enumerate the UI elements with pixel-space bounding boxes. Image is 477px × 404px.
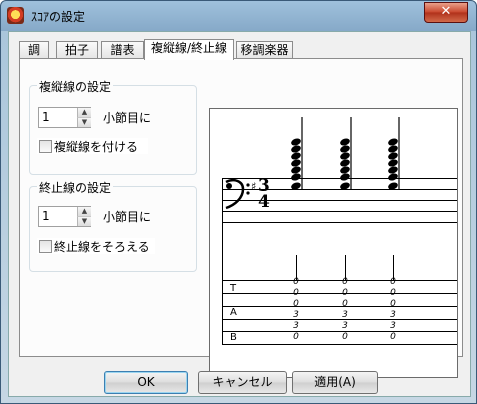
final-bar-checkbox[interactable]	[39, 240, 52, 253]
up-arrow-icon[interactable]: ▲	[77, 207, 91, 217]
down-arrow-icon[interactable]: ▼	[77, 118, 91, 127]
tab-panel: 複縦線の設定 1 ▲ ▼ 小節目に 複縦線を付ける 終止線の設定 1 ▲ ▼ 小…	[19, 58, 463, 378]
dialog-client: 調 拍子 譜表 複縦線/終止線 移調楽器 複縦線の設定 1 ▲ ▼ 小節目に 複…	[8, 31, 471, 397]
fret-number: 0	[342, 299, 348, 309]
tab-key[interactable]: 調	[19, 41, 49, 59]
ok-button[interactable]: OK	[104, 371, 188, 394]
chord-2	[340, 117, 352, 190]
double-bar-group-title: 複縦線の設定	[37, 78, 114, 95]
fret-number: 3	[390, 321, 396, 331]
final-bar-group: 終止線の設定 1 ▲ ▼ 小節目に 終止線をそろえる	[29, 179, 197, 272]
fret-number: 0	[390, 277, 396, 287]
chord-1	[291, 117, 303, 190]
tab-fret-numbers: 0 0 0 3 3 0 0 0 0 3 3 0 0 0 0 3 3 0	[293, 277, 396, 342]
fret-number: 3	[342, 310, 348, 320]
cancel-button[interactable]: キャンセル	[198, 371, 287, 394]
dialog-window: ｽｺｱの設定 ✕ 調 拍子 譜表 複縦線/終止線 移調楽器 複縦線の設定 1 ▲…	[0, 0, 477, 404]
tab-staff[interactable]: 譜表	[101, 41, 144, 59]
fret-number: 0	[342, 288, 348, 298]
tab-transposing-instrument[interactable]: 移調楽器	[236, 41, 293, 59]
fret-number: 3	[293, 310, 299, 320]
fret-number: 3	[390, 310, 396, 320]
double-bar-measure-value[interactable]: 1	[42, 110, 50, 124]
fret-number: 0	[390, 332, 396, 342]
tab-letter-b: B	[230, 332, 237, 343]
double-bar-measure-spinner[interactable]: 1 ▲ ▼	[38, 107, 91, 128]
final-bar-measure-spinner[interactable]: 1 ▲ ▼	[38, 206, 91, 227]
double-bar-checkbox-label[interactable]: 複縦線を付ける	[54, 138, 138, 155]
window-title: ｽｺｱの設定	[31, 10, 86, 24]
final-bar-measure-label: 小節目に	[103, 210, 152, 224]
fret-number: 0	[293, 277, 299, 287]
double-bar-checkbox-row[interactable]: 複縦線を付ける	[37, 138, 148, 154]
fret-number: 0	[390, 299, 396, 309]
close-button[interactable]: ✕	[424, 2, 468, 23]
chord-3	[388, 117, 400, 190]
tab-staff	[222, 255, 457, 345]
down-arrow-icon[interactable]: ▼	[77, 217, 91, 226]
final-bar-checkbox-label[interactable]: 終止線をそろえる	[54, 238, 150, 255]
app-icon	[7, 7, 24, 24]
fret-number: 0	[293, 299, 299, 309]
tab-time-signature[interactable]: 拍子	[56, 41, 98, 59]
fret-number: 0	[293, 332, 299, 342]
tab-letter-a: A	[230, 307, 237, 318]
double-bar-group: 複縦線の設定 1 ▲ ▼ 小節目に 複縦線を付ける	[29, 78, 197, 175]
fret-number: 3	[342, 321, 348, 331]
final-bar-measure-value[interactable]: 1	[42, 209, 50, 223]
final-bar-group-title: 終止線の設定	[37, 179, 114, 196]
double-bar-checkbox[interactable]	[39, 140, 52, 153]
fret-number: 3	[293, 321, 299, 331]
key-signature: ♯	[251, 180, 256, 193]
title-bar[interactable]: ｽｺｱの設定 ✕	[1, 1, 476, 31]
fret-number: 0	[293, 288, 299, 298]
fret-number: 0	[342, 332, 348, 342]
fret-number: 0	[342, 277, 348, 287]
tab-double-bar-final-bar[interactable]: 複縦線/終止線	[144, 39, 234, 60]
up-arrow-icon[interactable]: ▲	[77, 108, 91, 118]
double-bar-measure-label: 小節目に	[103, 111, 152, 125]
bass-clef-icon	[225, 179, 250, 210]
final-bar-checkbox-row[interactable]: 終止線をそろえる	[37, 238, 155, 254]
apply-button[interactable]: 適用(A)	[292, 371, 378, 394]
score-preview: ♯ 3 4 T A B 0 0 0 3 3 0 0 0 0 3 3 0 0 0 …	[209, 108, 458, 378]
tab-letters: T A B	[229, 283, 237, 343]
score-preview-svg: ♯ 3 4 T A B 0 0 0 3 3 0 0 0 0 3 3 0 0 0 …	[222, 117, 457, 345]
fret-number: 0	[390, 288, 396, 298]
tab-letter-t: T	[229, 283, 237, 294]
time-signature-bottom: 4	[258, 192, 270, 212]
